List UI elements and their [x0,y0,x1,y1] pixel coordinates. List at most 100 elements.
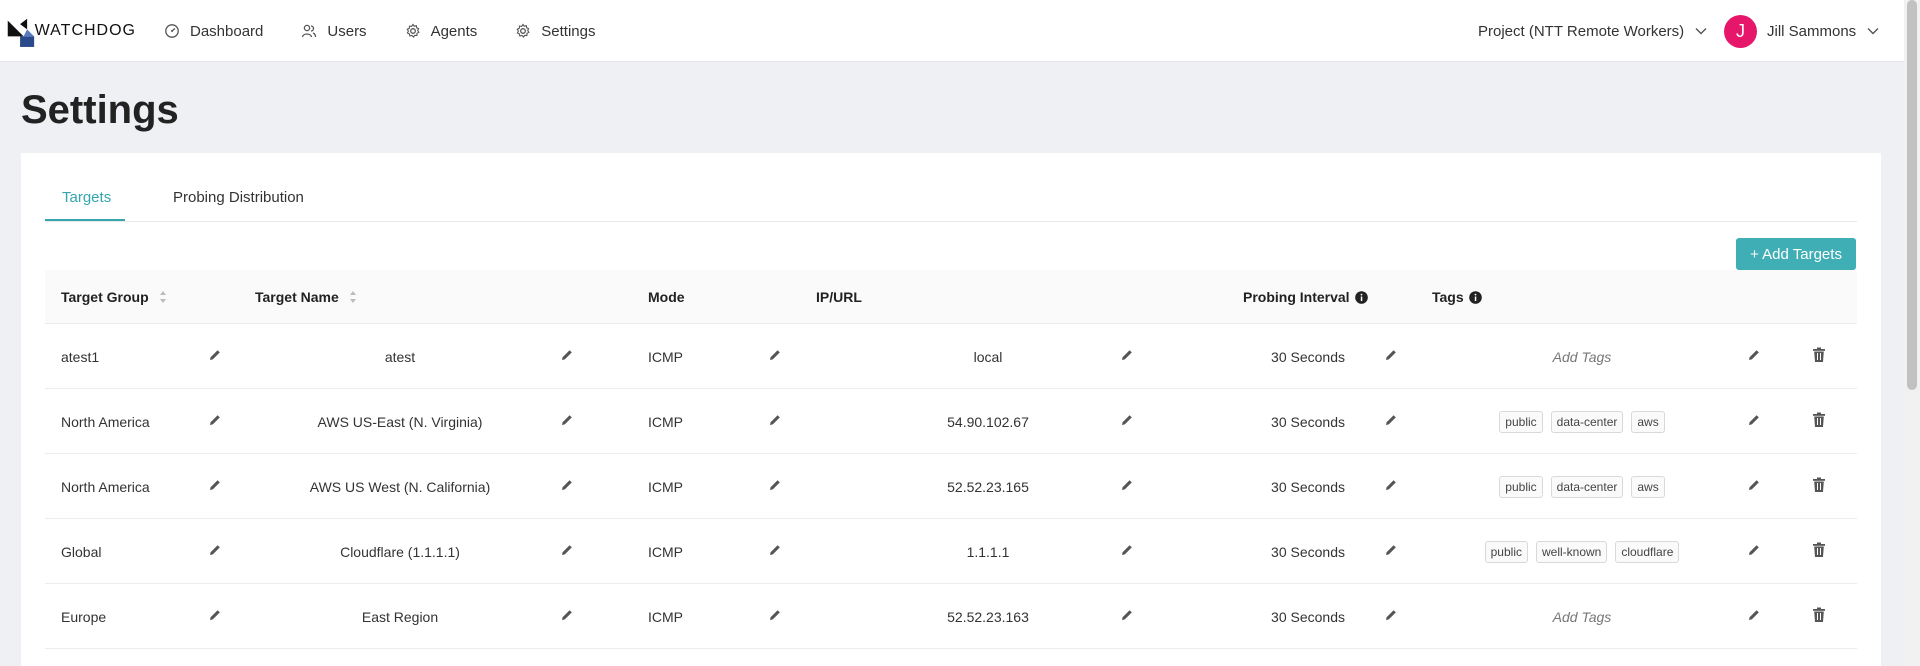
add-targets-button[interactable]: + Add Targets [1736,238,1856,270]
info-icon[interactable] [1468,290,1482,304]
active-tab-indicator [45,219,125,221]
edit-pencil-icon[interactable] [1747,478,1761,492]
nav-users-label: Users [327,22,367,40]
edit-pencil-icon[interactable] [1747,413,1761,427]
edit-pencil-icon[interactable] [208,348,222,362]
edit-pencil-icon[interactable] [1120,608,1134,622]
edit-pencil-icon[interactable] [208,413,222,427]
top-navbar: WATCHDOG Dashboard Users Agents Settings… [0,0,1904,62]
cell-ip-url: 52.52.23.165 [947,478,1029,495]
cell-target-name: AWS US-East (N. Virginia) [317,413,483,430]
add-tags-link[interactable]: Add Tags [1553,609,1612,625]
edit-pencil-icon[interactable] [1120,413,1134,427]
cell-target-name: AWS US West (N. California) [309,478,491,495]
table-body: atest1 atest ICMP local 30 Seconds Add T… [45,324,1857,649]
nav-dashboard[interactable]: Dashboard [164,23,263,40]
delete-trash-icon[interactable] [1812,542,1826,558]
edit-pencil-icon[interactable] [560,543,574,557]
project-selector[interactable]: Project (NTT Remote Workers) [1478,0,1708,62]
dashboard-icon [165,24,179,38]
cell-mode: ICMP [648,413,683,430]
edit-pencil-icon[interactable] [208,608,222,622]
scrollbar-thumb[interactable] [1907,0,1917,390]
cell-ip-url: 1.1.1.1 [966,543,1010,560]
table-row: atest1 atest ICMP local 30 Seconds Add T… [45,324,1857,389]
edit-pencil-icon[interactable] [1747,608,1761,622]
edit-pencil-icon[interactable] [1120,478,1134,492]
tag-chip: data-center [1550,475,1624,498]
settings-card: Targets Probing Distribution + Add Targe… [21,153,1881,666]
delete-trash-icon[interactable] [1812,477,1826,493]
edit-pencil-icon[interactable] [208,478,222,492]
cell-ip-url: 54.90.102.67 [947,413,1029,430]
header-target-name[interactable]: Target Name [255,270,357,324]
logo-text: WATCHDOG [34,21,136,39]
tab-targets[interactable]: Targets [62,189,111,206]
table-header: Target Group Target Name Mode IP/URL Pro… [45,270,1857,324]
table-row: Europe East Region ICMP 52.52.23.163 30 … [45,584,1857,649]
cell-ip-url: local [973,348,1003,365]
edit-pencil-icon[interactable] [768,413,782,427]
page-scrollbar[interactable] [1904,0,1920,666]
users-icon [302,24,317,38]
edit-pencil-icon[interactable] [1384,478,1398,492]
nav-agents-label: Agents [430,22,478,40]
cell-target-group: North America [61,478,150,495]
delete-trash-icon[interactable] [1812,347,1826,363]
logo-icon [7,18,35,47]
targets-table: Target Group Target Name Mode IP/URL Pro… [45,270,1857,649]
nav-settings-label: Settings [541,22,596,40]
cell-mode: ICMP [648,608,683,625]
chevron-down-icon [1695,28,1707,35]
edit-pencil-icon[interactable] [1384,348,1398,362]
tag-chip: cloudflare [1615,540,1680,563]
edit-pencil-icon[interactable] [560,478,574,492]
main-nav: Dashboard Users Agents Settings [164,0,633,62]
tag-chip: public [1484,540,1528,563]
edit-pencil-icon[interactable] [768,543,782,557]
edit-pencil-icon[interactable] [1120,543,1134,557]
edit-pencil-icon[interactable] [768,348,782,362]
info-icon[interactable] [1354,290,1368,304]
cell-tags: Add Tags [1432,584,1732,649]
cell-probing-interval: 30 Seconds [1271,413,1345,430]
chevron-down-icon [1867,28,1879,35]
user-menu[interactable]: J Jill Sammons [1724,0,1880,62]
watchdog-logo[interactable]: WATCHDOG [6,15,136,49]
sort-icon [349,291,356,303]
page-title: Settings [21,88,179,132]
header-mode: Mode [648,289,685,305]
edit-pencil-icon[interactable] [1747,348,1761,362]
settings-gear-icon [516,23,530,38]
header-target-group[interactable]: Target Group [61,270,167,324]
delete-trash-icon[interactable] [1812,607,1826,623]
table-row: North America AWS US-East (N. Virginia) … [45,389,1857,454]
edit-pencil-icon[interactable] [1120,348,1134,362]
header-tags: Tags [1432,270,1482,324]
edit-pencil-icon[interactable] [560,413,574,427]
nav-settings[interactable]: Settings [515,23,595,40]
tab-probing-distribution[interactable]: Probing Distribution [173,189,304,206]
nav-users[interactable]: Users [301,22,367,40]
edit-pencil-icon[interactable] [768,608,782,622]
edit-pencil-icon[interactable] [1384,608,1398,622]
edit-pencil-icon[interactable] [560,608,574,622]
edit-pencil-icon[interactable] [768,478,782,492]
sort-icon [159,291,166,303]
add-tags-link[interactable]: Add Tags [1553,349,1612,365]
edit-pencil-icon[interactable] [1384,413,1398,427]
cell-mode: ICMP [648,348,683,365]
cell-target-name: atest [384,348,416,365]
delete-trash-icon[interactable] [1812,412,1826,428]
header-probing-interval: Probing Interval [1243,270,1368,324]
edit-pencil-icon[interactable] [560,348,574,362]
edit-pencil-icon[interactable] [208,543,222,557]
cell-tags: public well-known cloudflare [1432,519,1732,584]
cell-mode: ICMP [648,543,683,560]
edit-pencil-icon[interactable] [1747,543,1761,557]
header-ip-url: IP/URL [816,289,862,305]
edit-pencil-icon[interactable] [1384,543,1398,557]
cell-mode: ICMP [648,478,683,495]
avatar: J [1724,14,1757,48]
nav-agents[interactable]: Agents [405,22,478,40]
